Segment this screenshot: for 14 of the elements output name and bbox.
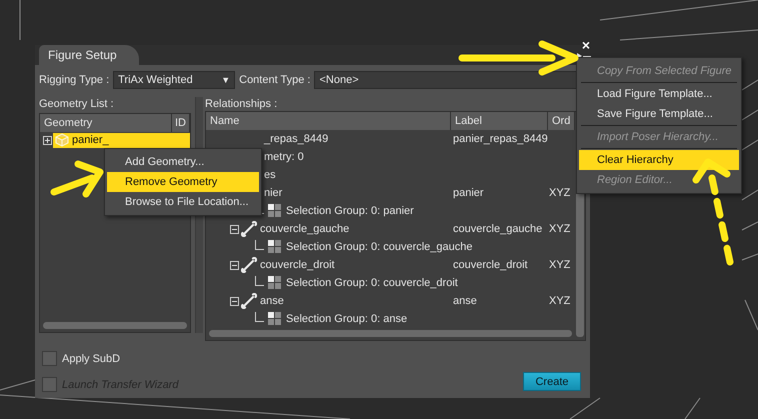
rotation-order: XYZ <box>549 187 570 199</box>
content-type-label: Content Type : <box>239 74 310 86</box>
rotation-order: XYZ <box>549 223 570 235</box>
relationships-label: Relationships : <box>205 97 278 111</box>
node-label: anse <box>453 295 477 307</box>
node-label: panier <box>453 187 484 199</box>
node-label: panier_repas_8449 <box>453 133 548 145</box>
rotation-order: XYZ <box>549 295 570 307</box>
rigging-type-label: Rigging Type : <box>39 74 110 86</box>
checkbox-label: Apply SubD <box>62 352 120 364</box>
rotation-order: XYZ <box>549 259 570 271</box>
node-label: couvercle_gauche <box>453 223 542 235</box>
geometry-list-label: Geometry List : <box>39 97 115 112</box>
node-label: couvercle_droit <box>453 259 528 271</box>
